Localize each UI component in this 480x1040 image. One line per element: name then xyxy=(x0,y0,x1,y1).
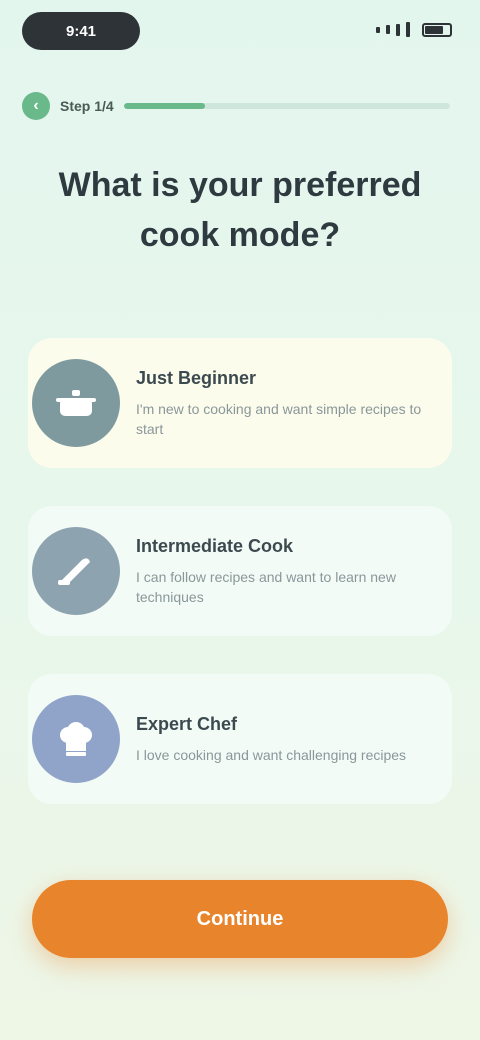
chevron-left-icon[interactable]: ‹ xyxy=(22,92,50,120)
signal-icon xyxy=(376,26,380,33)
option-card-beginner[interactable]: Just Beginner I'm new to cooking and wan… xyxy=(28,338,452,468)
pot-icon xyxy=(32,359,120,447)
signal-icon xyxy=(396,23,400,36)
option-card-intermediate[interactable]: Intermediate Cook I can follow recipes a… xyxy=(28,506,452,636)
option-title: Intermediate Cook xyxy=(136,535,294,556)
option-description: I'm new to cooking and want simple recip… xyxy=(136,400,422,437)
option-description: I love cooking and want challenging reci… xyxy=(136,746,407,763)
option-description: I can follow recipes and want to learn n… xyxy=(136,568,396,605)
battery-icon xyxy=(422,22,452,37)
signal-icon xyxy=(386,25,390,34)
step-label: Step 1/4 xyxy=(60,98,114,114)
signal-icon xyxy=(406,22,410,37)
continue-button[interactable]: Continue xyxy=(32,880,448,958)
chef-hat-icon xyxy=(32,695,120,783)
knife-icon xyxy=(32,527,120,615)
option-card-expert[interactable]: Expert Chef I love cooking and want chal… xyxy=(28,674,452,804)
onboarding-progress: ‹ Step 1/4 xyxy=(22,92,450,120)
progress-fill xyxy=(123,103,206,109)
status-time: 9:41 xyxy=(22,12,140,50)
page-title: What is your preferred cook mode? xyxy=(58,166,422,254)
cook-mode-options: Just Beginner I'm new to cooking and wan… xyxy=(28,338,452,842)
status-icons xyxy=(376,22,452,37)
option-title: Expert Chef xyxy=(136,713,238,734)
option-title: Just Beginner xyxy=(136,367,257,388)
progress-track xyxy=(123,103,450,109)
